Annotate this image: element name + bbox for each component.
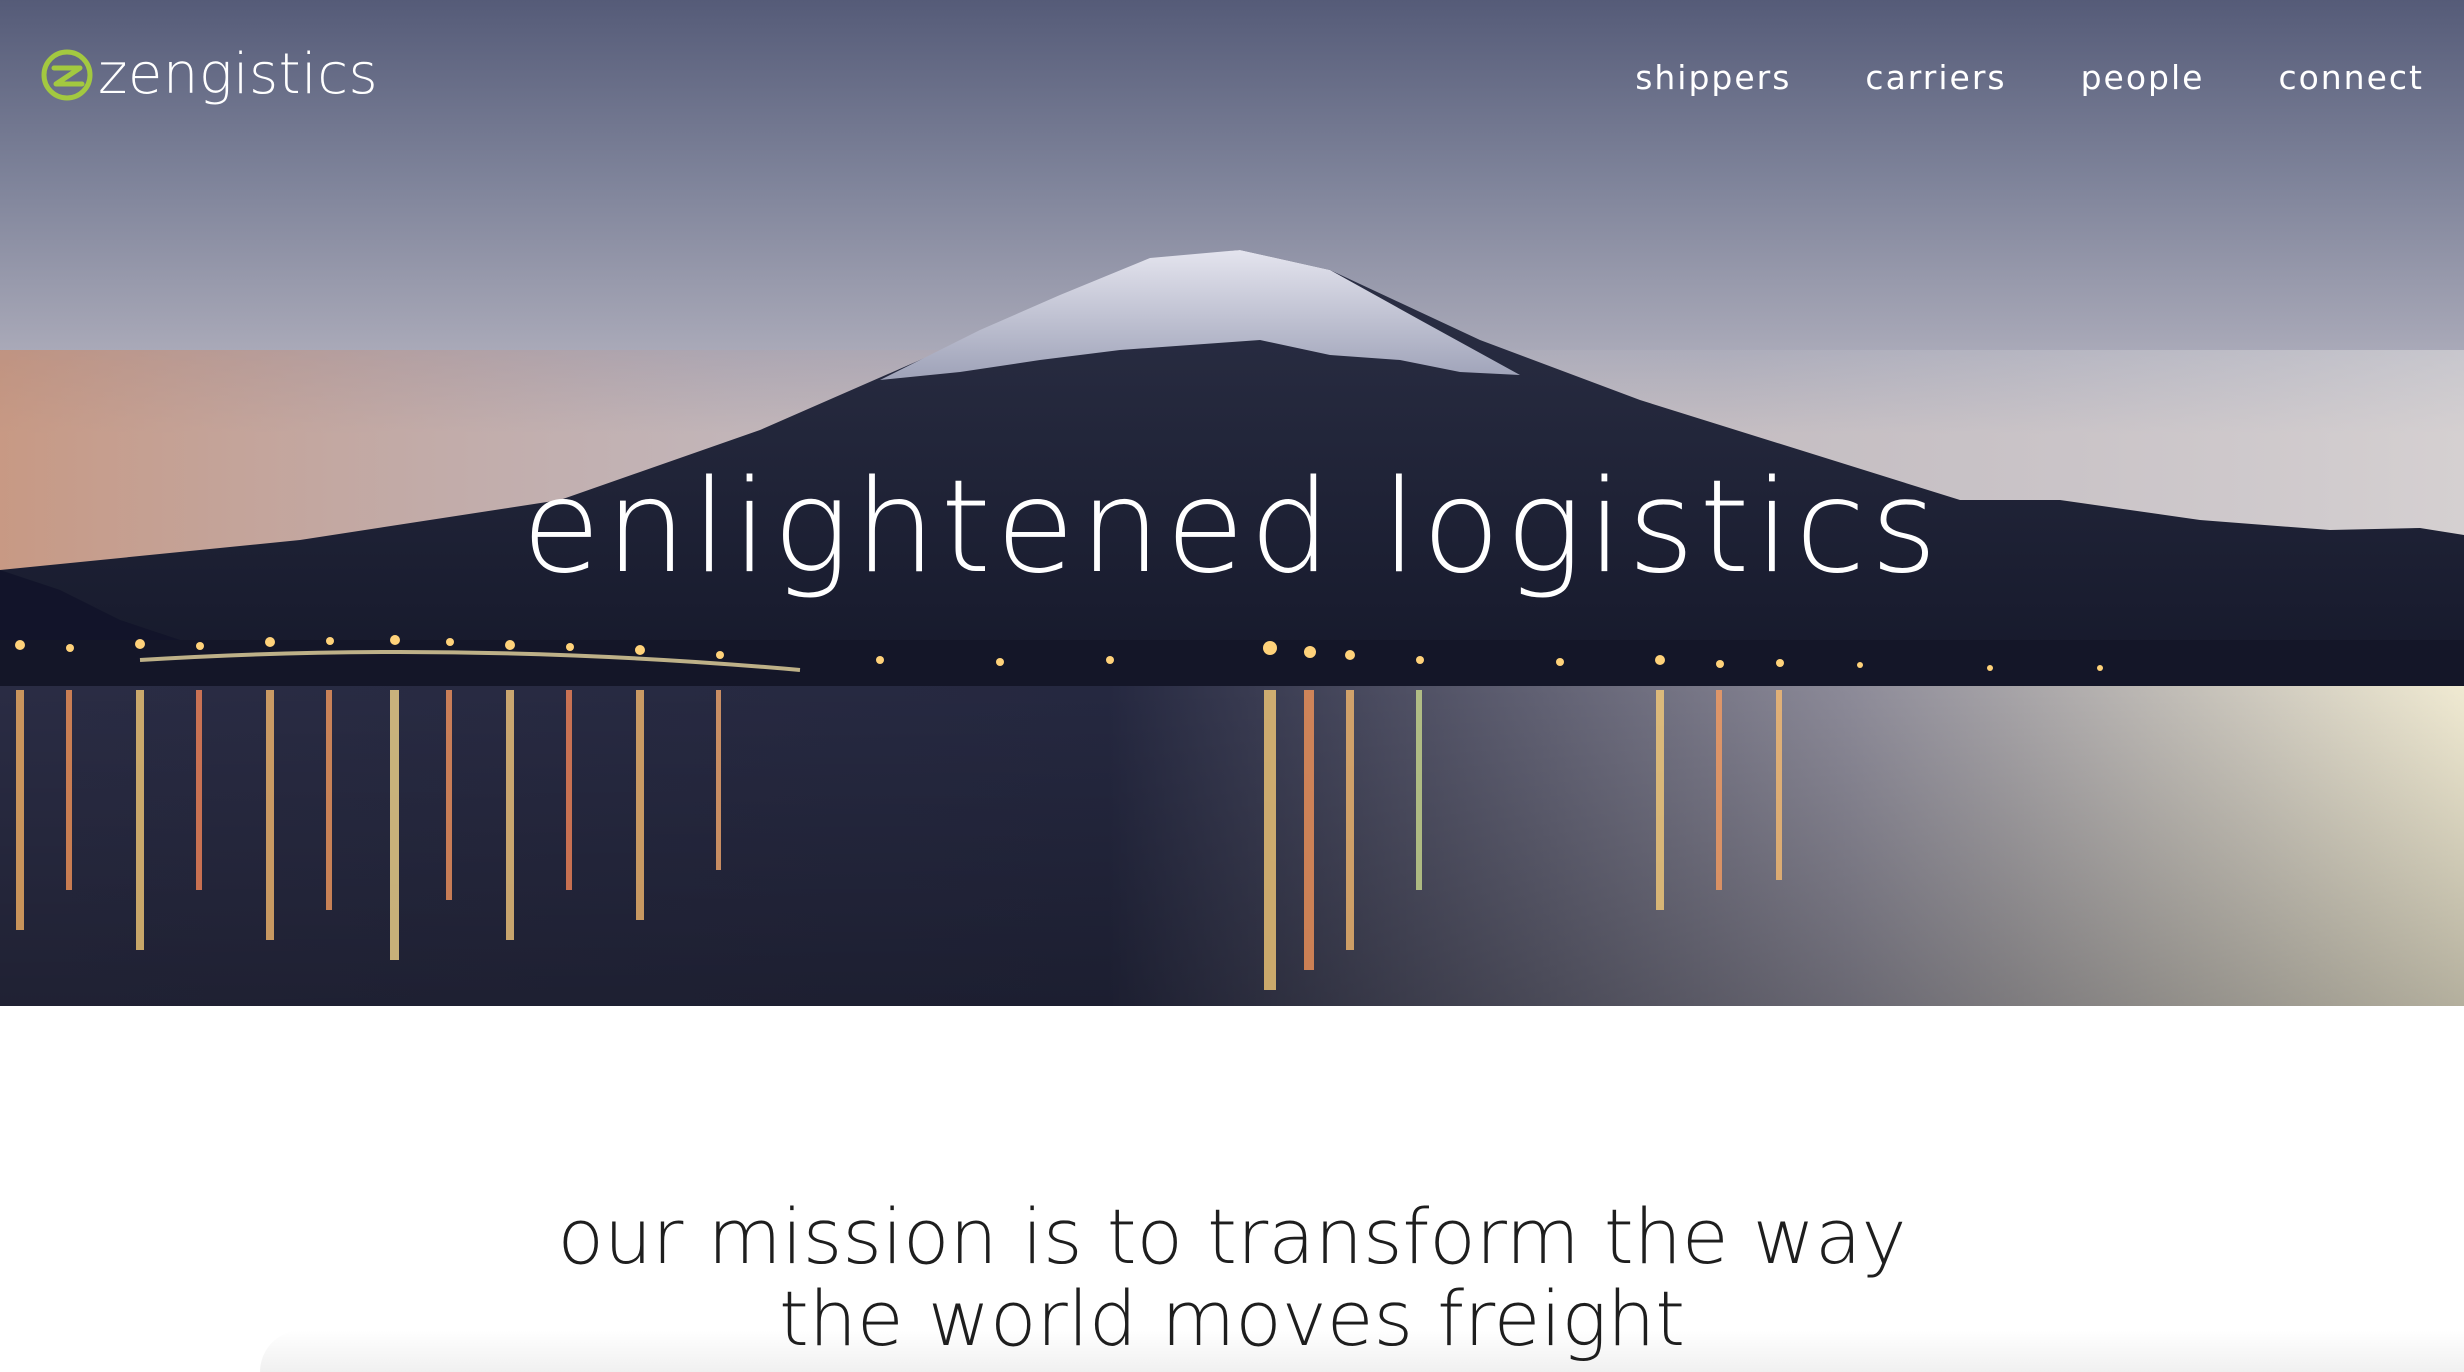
zen-circle-z-icon (41, 49, 93, 101)
brand-logo[interactable]: zengistics (40, 40, 378, 110)
mission-line-1: our mission is to transform the way (557, 1192, 1907, 1281)
hero-title: enlightened logistics (521, 453, 1943, 602)
nav-item-carriers[interactable]: carriers (1865, 58, 2006, 97)
main-nav: shippers carriers people connect (1561, 58, 2424, 97)
nav-item-people[interactable]: people (2081, 58, 2205, 97)
section-divider-shadow (260, 1330, 2464, 1372)
brand-name: zengistics (98, 42, 379, 107)
nav-item-shippers[interactable]: shippers (1635, 58, 1791, 97)
nav-item-connect[interactable]: connect (2278, 58, 2424, 97)
hero-banner: zengistics shippers carriers people conn… (0, 0, 2464, 1006)
